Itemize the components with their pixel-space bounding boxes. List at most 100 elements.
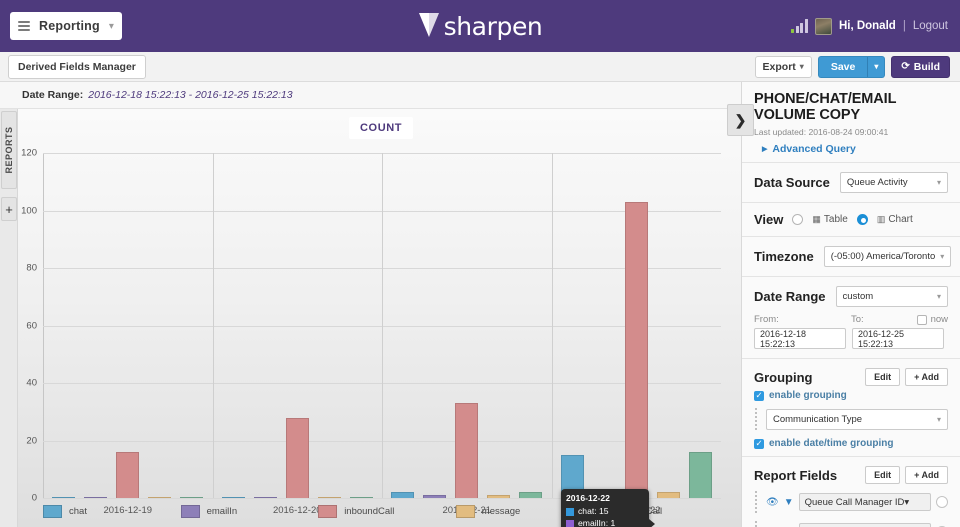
chart-bar-message[interactable] bbox=[317, 496, 341, 498]
chart-bar-inboundCall[interactable] bbox=[624, 201, 648, 498]
chart-bar-message[interactable] bbox=[487, 495, 511, 498]
report-field-toggle[interactable] bbox=[936, 496, 948, 509]
chevron-down-icon: ▾ bbox=[108, 20, 114, 32]
chart-bar-inboundCall[interactable] bbox=[116, 452, 140, 498]
chevron-down-icon: ▾ bbox=[936, 178, 941, 188]
report-fields-add-button[interactable]: + Add bbox=[905, 466, 948, 485]
chart-bar-emailIn[interactable] bbox=[84, 496, 108, 498]
date-to-input[interactable]: 2016-12-25 15:22:13 bbox=[852, 328, 944, 350]
left-rail: REPORTS + bbox=[0, 109, 18, 527]
from-label: From: bbox=[754, 314, 779, 326]
legend-item-inboundCall[interactable]: inboundCall bbox=[318, 505, 456, 518]
chart-bar-group: 2016-12-22 bbox=[552, 153, 722, 516]
enable-grouping-checkbox[interactable] bbox=[754, 390, 764, 401]
add-report-button[interactable]: + bbox=[1, 197, 17, 221]
chart-bar-message[interactable] bbox=[148, 496, 172, 498]
report-field-select[interactable]: Talk Time▾ bbox=[798, 523, 931, 527]
count-chip[interactable]: COUNT bbox=[349, 117, 414, 139]
date-range-select[interactable]: custom ▾ bbox=[835, 286, 948, 308]
view-chart-option[interactable]: ▥ Chart bbox=[877, 214, 913, 225]
chevron-down-icon: ▾ bbox=[940, 252, 945, 262]
view-chart-label: Chart bbox=[888, 214, 913, 226]
timezone-label: Timezone bbox=[754, 249, 814, 265]
save-button[interactable]: Save bbox=[817, 55, 869, 78]
y-axis-tick-label: 20 bbox=[26, 435, 37, 446]
collapse-panel-button[interactable]: ❯ bbox=[727, 104, 754, 136]
grouping-section: Grouping Edit + Add enable grouping Comm… bbox=[742, 359, 960, 458]
chart-bar-chat[interactable] bbox=[221, 496, 245, 498]
toolbar: Derived Fields Manager Export ▾ Save ▾ ⟳… bbox=[0, 52, 960, 82]
derived-fields-manager-button[interactable]: Derived Fields Manager bbox=[8, 54, 146, 79]
enable-datetime-grouping-checkbox[interactable] bbox=[754, 438, 764, 449]
hamburger-menu-icon[interactable] bbox=[18, 19, 30, 33]
tooltip-row: chat: 15 bbox=[566, 506, 643, 518]
chart-tooltip: 2016-12-22 chat: 15emailIn: 1inboundCall… bbox=[561, 489, 655, 527]
last-updated-label: Last updated: 2016-08-24 09:00:41 bbox=[754, 127, 889, 138]
signal-strength-icon bbox=[791, 19, 808, 33]
chart-bar-phoneCall[interactable] bbox=[349, 496, 373, 498]
view-chart-radio[interactable] bbox=[856, 214, 868, 226]
chevron-down-icon: ▾ bbox=[936, 414, 941, 424]
chart-bar-phoneCall[interactable] bbox=[519, 492, 543, 498]
date-range-value: custom bbox=[842, 291, 874, 303]
report-field-row: 👁 ▼ Queue Call Manager ID ▾ bbox=[754, 490, 948, 514]
grouping-add-button[interactable]: + Add bbox=[905, 368, 948, 387]
legend-label: chat bbox=[69, 506, 87, 517]
legend-item-emailIn[interactable]: emailIn bbox=[180, 505, 319, 518]
chart-bar-message[interactable] bbox=[656, 492, 680, 498]
drag-handle-icon[interactable] bbox=[754, 490, 761, 514]
chart-bar-phoneCall[interactable] bbox=[180, 496, 204, 498]
view-table-radio[interactable] bbox=[792, 214, 804, 226]
view-table-option[interactable]: ▦ Table bbox=[812, 214, 847, 225]
report-field-value: Queue Call Manager ID bbox=[804, 496, 905, 508]
tooltip-row-label: chat: 15 bbox=[578, 505, 609, 516]
filter-funnel-icon[interactable]: ▼ bbox=[784, 497, 794, 508]
avatar[interactable] bbox=[814, 17, 832, 35]
user-area: Hi, Donald | Logout bbox=[791, 0, 948, 52]
chart-bar-chat[interactable] bbox=[391, 492, 415, 498]
view-section: View ▦ Table ▥ Chart bbox=[742, 203, 960, 238]
chart-icon: ▥ bbox=[876, 214, 886, 225]
reporting-nav-dropdown[interactable]: Reporting ▾ bbox=[10, 12, 122, 40]
visibility-eye-icon[interactable]: 👁 bbox=[766, 497, 779, 508]
report-fields-list: 👁 ▼ Queue Call Manager ID▾ 👁 ▼ Talk Time▾ bbox=[754, 490, 948, 527]
chart-bar-emailIn[interactable] bbox=[423, 495, 447, 498]
chart-bar-chat[interactable] bbox=[52, 496, 76, 498]
save-options-button[interactable]: ▾ bbox=[868, 55, 886, 78]
refresh-icon: ⟳ bbox=[901, 61, 910, 72]
y-axis-tick-label: 40 bbox=[26, 377, 37, 389]
now-checkbox[interactable] bbox=[916, 314, 927, 325]
chart-bar-inboundCall[interactable] bbox=[285, 417, 309, 498]
report-field-select[interactable]: Queue Call Manager ID ▾ bbox=[798, 493, 931, 512]
data-source-select[interactable]: Queue Activity ▾ bbox=[839, 172, 948, 194]
sharpen-shield-icon bbox=[418, 12, 440, 41]
reporting-nav-label: Reporting bbox=[39, 19, 100, 33]
legend-item-chat[interactable]: chat bbox=[43, 505, 181, 518]
drag-handle-icon[interactable] bbox=[754, 407, 761, 431]
chart-pane: COUNT 0 20 40 60 80 100 120 2016-12-19 2016-12-… bbox=[18, 109, 741, 527]
advanced-query-toggle[interactable]: ▶ Advanced Query bbox=[762, 143, 948, 155]
grouping-field-select[interactable]: Communication Type ▾ bbox=[766, 408, 948, 430]
advanced-query-label: Advanced Query bbox=[772, 143, 856, 156]
enable-datetime-grouping-label: enable date/time grouping bbox=[769, 438, 894, 450]
chart-bar-inboundCall[interactable] bbox=[455, 403, 479, 498]
logout-link[interactable]: Logout bbox=[913, 20, 948, 32]
report-fields-edit-button[interactable]: Edit bbox=[865, 466, 901, 485]
y-axis-tick-label: 80 bbox=[26, 262, 37, 274]
build-button[interactable]: ⟳ Build bbox=[891, 55, 950, 78]
grouping-edit-button[interactable]: Edit bbox=[865, 368, 901, 387]
greeting-label: Hi, Donald bbox=[838, 20, 896, 32]
data-source-section: Data Source Queue Activity ▾ bbox=[742, 163, 960, 204]
legend-swatch bbox=[318, 505, 338, 518]
now-label: now bbox=[930, 314, 948, 326]
build-label: Build bbox=[913, 60, 940, 73]
report-fields-section: Report Fields Edit + Add 👁 ▼ Queue Call Ma… bbox=[742, 457, 960, 527]
chart-plot-area: 020406080100120 2016-12-192016-12-202016… bbox=[21, 148, 722, 516]
sidebar-item-reports[interactable]: REPORTS bbox=[1, 111, 17, 189]
date-from-input[interactable]: 2016-12-18 15:22:13 bbox=[754, 328, 846, 350]
chart-bar-phoneCall[interactable] bbox=[688, 452, 712, 498]
drag-handle-icon[interactable] bbox=[754, 520, 761, 527]
export-button[interactable]: Export ▾ bbox=[754, 55, 812, 78]
chart-bar-emailIn[interactable] bbox=[253, 496, 277, 498]
timezone-select[interactable]: (-05:00) America/Toronto ▾ bbox=[823, 246, 952, 268]
